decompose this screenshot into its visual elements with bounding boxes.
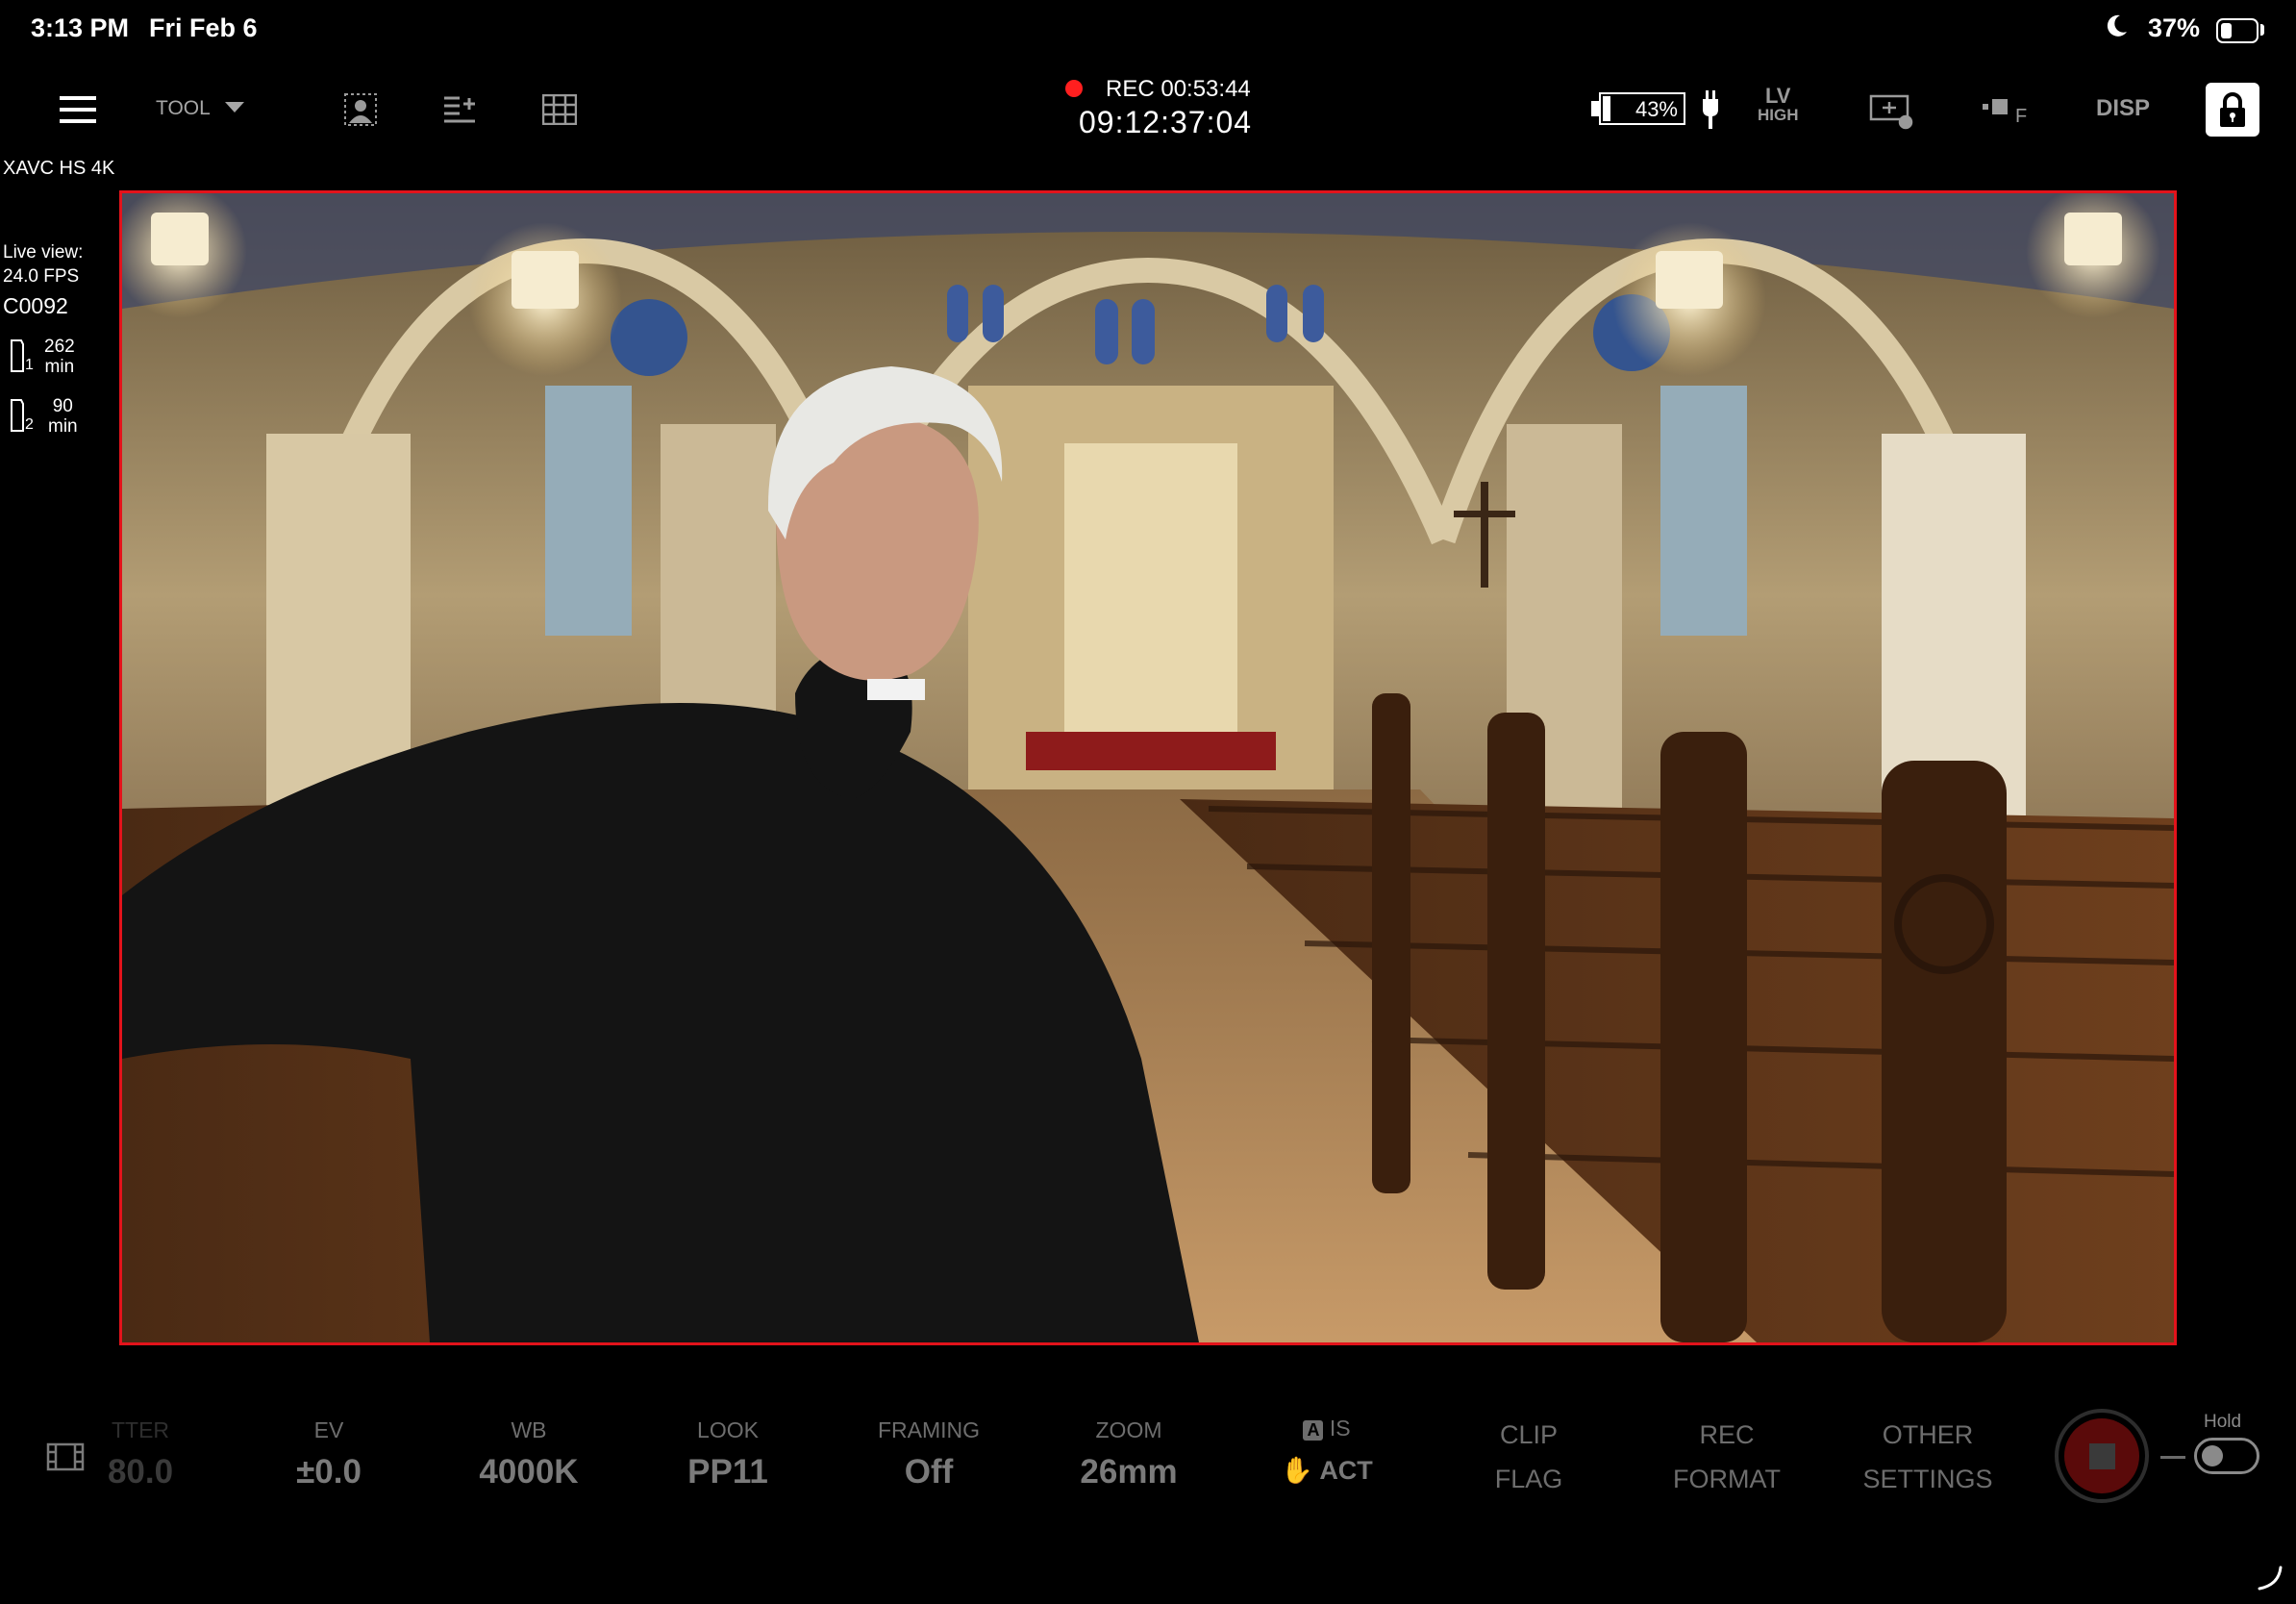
clip-flag-button[interactable]: CLIP FLAG [1433, 1413, 1625, 1501]
device-battery-fill [2221, 23, 2232, 38]
recording-duration: REC 00:53:44 [1106, 76, 1251, 102]
lock-icon [2220, 92, 2245, 127]
media-slot-2-icon: 2 [8, 398, 37, 438]
image-stabilization-control[interactable]: A IS ✋ ACT [1240, 1416, 1413, 1486]
camera-battery-fill [1603, 96, 1610, 121]
live-view-fps: 24.0 FPS [3, 266, 80, 287]
camera-battery-percent: 43% [1635, 97, 1678, 121]
is-value: ACT [1319, 1456, 1373, 1485]
framing-control[interactable]: FRAMING Off [842, 1417, 1015, 1491]
rec-format-line1: REC [1699, 1420, 1755, 1449]
zoom-value: 26mm [1080, 1453, 1178, 1491]
timecode: 09:12:37:04 [1079, 105, 1253, 139]
status-date: Fri Feb 6 [149, 13, 258, 42]
live-view-quality-button[interactable]: LV HIGH [1758, 84, 1799, 125]
power-plug-icon [1702, 90, 1719, 129]
grid-icon[interactable] [541, 93, 578, 130]
clip-name: C0092 [3, 293, 68, 318]
record-stop-button[interactable] [2055, 1409, 2149, 1503]
status-bar: 3:13 PM Fri Feb 6 37% [0, 0, 2296, 60]
ev-control[interactable]: EV ±0.0 [242, 1417, 415, 1491]
look-label: LOOK [697, 1417, 759, 1442]
shutter-value: 80.0 [107, 1453, 174, 1491]
media-slot-1-unit: min [44, 357, 75, 377]
marker-list-icon[interactable] [442, 92, 477, 132]
display-toggle-button[interactable]: DISP [2096, 95, 2150, 122]
is-auto-badge: A [1303, 1420, 1324, 1441]
framing-value: Off [904, 1453, 954, 1491]
resize-handle-icon[interactable] [2256, 1564, 2284, 1597]
clip-flag-line1: CLIP [1499, 1420, 1559, 1449]
zebra-icon[interactable] [341, 90, 380, 134]
lock-button[interactable] [2206, 83, 2259, 137]
other-settings-line2: SETTINGS [1862, 1465, 1993, 1493]
media-slot-1-remaining: 262 min [44, 337, 75, 377]
camera-battery-nub [1591, 101, 1599, 116]
live-view-viewport[interactable] [119, 190, 2177, 1345]
focus-mode-icon[interactable]: F [1983, 95, 2031, 131]
look-control[interactable]: LOOK PP11 [641, 1417, 814, 1491]
shutter-label: TTER [111, 1417, 170, 1442]
media-slot-2-unit: min [48, 416, 78, 437]
rec-format-button[interactable]: REC FORMAT [1631, 1413, 1823, 1501]
live-view-image [122, 193, 2174, 1342]
live-view-info: Live view: 24.0 FPS [3, 240, 83, 288]
device-battery-icon [2216, 18, 2259, 43]
live-view-label: Live view: [3, 242, 84, 263]
record-button-ring [2064, 1418, 2139, 1493]
other-settings-button[interactable]: OTHER SETTINGS [1832, 1413, 2024, 1501]
live-view-quality-bottom: HIGH [1758, 106, 1799, 124]
look-value: PP11 [687, 1453, 768, 1491]
chevron-down-icon[interactable] [225, 102, 244, 113]
hold-toggle[interactable] [2194, 1438, 2259, 1474]
is-label: IS [1329, 1416, 1351, 1441]
hold-toggle-knob [2202, 1445, 2223, 1466]
hold-label: Hold [2204, 1412, 2242, 1432]
tool-dropdown-label[interactable]: TOOL [156, 97, 211, 120]
status-time: 3:13 PM [31, 13, 130, 42]
wb-label: WB [511, 1417, 547, 1442]
camera-battery-icon: 43% [1599, 92, 1685, 125]
hold-connector [2160, 1456, 2185, 1459]
white-balance-control[interactable]: WB 4000K [442, 1417, 615, 1491]
moon-icon [2106, 13, 2129, 45]
media-slot-2-remaining: 90 min [48, 396, 78, 437]
framing-label: FRAMING [877, 1417, 981, 1442]
clip-flag-line2: FLAG [1494, 1465, 1563, 1493]
stop-icon [2089, 1443, 2115, 1469]
touch-focus-icon[interactable] [1869, 93, 1915, 137]
ev-value: ±0.0 [296, 1453, 362, 1491]
ev-label: EV [313, 1417, 344, 1442]
live-view-quality-top: LV [1765, 84, 1791, 108]
media-slot-1-icon: 1 [8, 338, 37, 378]
media-slot-1-value: 262 [44, 337, 75, 357]
rec-format-line2: FORMAT [1673, 1465, 1781, 1493]
recording-dot [1065, 80, 1083, 97]
shutter-control[interactable]: TTER 80.0 [73, 1417, 208, 1491]
zoom-label: ZOOM [1095, 1417, 1162, 1442]
svg-text:F: F [2015, 106, 2027, 126]
svg-text:2: 2 [25, 416, 34, 433]
svg-text:1: 1 [25, 357, 34, 373]
menu-button[interactable] [60, 96, 98, 125]
other-settings-line1: OTHER [1882, 1420, 1974, 1449]
zoom-control[interactable]: ZOOM 26mm [1042, 1417, 1215, 1491]
hand-icon: ✋ [1281, 1456, 1313, 1485]
codec-label: XAVC HS 4K [3, 158, 115, 179]
wb-value: 4000K [479, 1453, 579, 1491]
media-slot-2-value: 90 [52, 396, 73, 416]
device-battery-nub [2260, 24, 2264, 36]
device-battery-percent: 37% [2148, 13, 2201, 42]
